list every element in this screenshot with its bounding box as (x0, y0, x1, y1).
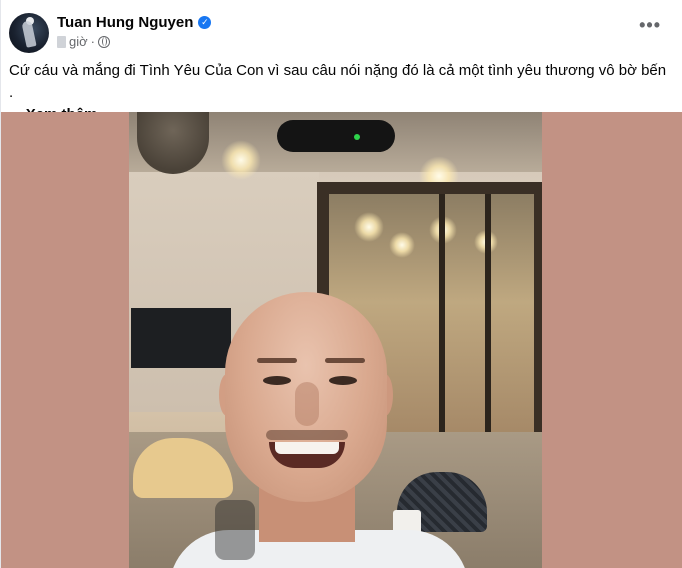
photo-mullion (439, 194, 445, 464)
post-photo[interactable] (129, 112, 542, 568)
phone-dynamic-island (277, 120, 395, 152)
photo-light (389, 232, 415, 258)
avatar-figure-body (21, 20, 37, 48)
photo-light (354, 212, 384, 242)
author-avatar[interactable] (9, 13, 49, 53)
photo-mustache (266, 430, 348, 440)
more-options-icon[interactable]: ••• (639, 16, 661, 34)
timestamp-number (57, 35, 66, 48)
caption-text: Cứ cáu và mắng đi Tình Yêu Của Con vì sa… (9, 62, 667, 101)
photo-teeth (275, 442, 339, 454)
author-name[interactable]: Tuan Hung Nguyen (57, 14, 193, 31)
photo-tattoo (215, 500, 255, 560)
meta-separator: · (90, 34, 95, 49)
camera-indicator-dot (354, 134, 360, 140)
author-name-row: Tuan Hung Nguyen ✓ (57, 14, 212, 31)
photo-light (221, 140, 261, 180)
photo-nose (295, 382, 319, 426)
photo-mullion (485, 194, 491, 464)
photo-eye (263, 376, 291, 385)
photo-tv (131, 308, 231, 368)
feed-post: Tuan Hung Nguyen ✓ giờ · ••• Cứ cáu và m… (0, 0, 682, 568)
globe-icon[interactable] (98, 35, 110, 48)
post-header: Tuan Hung Nguyen ✓ giờ · ••• (1, 0, 682, 56)
timestamp-label[interactable]: giờ (69, 34, 88, 49)
post-meta: giờ · (57, 34, 110, 49)
photo-brow (325, 358, 365, 363)
photo-eye (329, 376, 357, 385)
post-media[interactable] (1, 112, 682, 568)
photo-brow (257, 358, 297, 363)
verified-badge-icon: ✓ (198, 16, 212, 29)
